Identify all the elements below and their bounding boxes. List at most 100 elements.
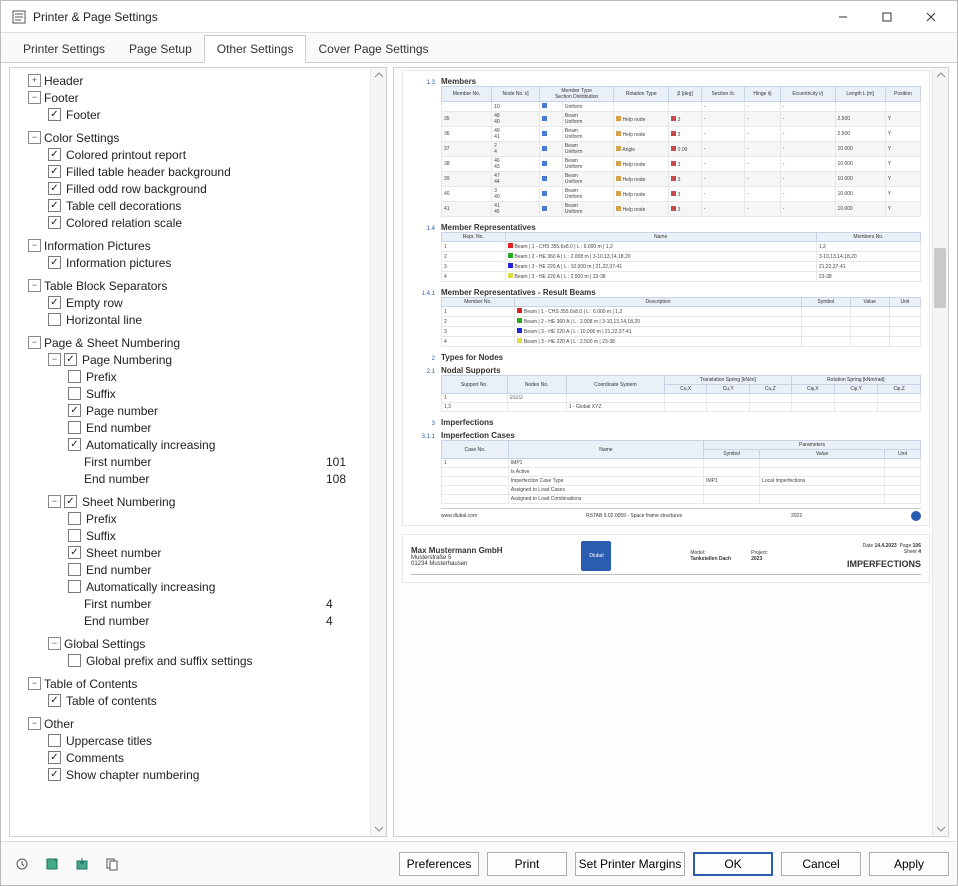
opt-sn-suffix[interactable]: Suffix (86, 529, 386, 543)
check-info-pics[interactable] (48, 256, 61, 269)
check-sn-suffix[interactable] (68, 529, 81, 542)
check-pn-prefix[interactable] (68, 370, 81, 383)
footer-check[interactable] (48, 108, 61, 121)
opt-pn-suffix[interactable]: Suffix (86, 387, 386, 401)
reset-icon[interactable] (9, 851, 35, 877)
opt-sn-prefix[interactable]: Prefix (86, 512, 386, 526)
opt-chapter-num[interactable]: Show chapter numbering (66, 768, 386, 782)
opt-pn-prefix[interactable]: Prefix (86, 370, 386, 384)
page-sheet-numbering-group[interactable]: Page & Sheet Numbering (44, 336, 386, 350)
check-colored-report[interactable] (48, 148, 61, 161)
opt-sn-sheet[interactable]: Sheet number (86, 546, 386, 560)
collapse-icon[interactable]: − (28, 91, 41, 104)
check-horiz-line[interactable] (48, 313, 61, 326)
set-margins-button[interactable]: Set Printer Margins (575, 852, 685, 876)
collapse-icon[interactable]: − (48, 495, 61, 508)
tab-page-setup[interactable]: Page Setup (117, 36, 204, 62)
maximize-button[interactable] (865, 2, 909, 32)
expand-icon[interactable]: + (28, 74, 41, 87)
sec-title-imperfections: Imperfections (441, 418, 493, 427)
opt-horiz-line[interactable]: Horizontal line (66, 313, 386, 327)
footer-group[interactable]: Footer (44, 91, 386, 105)
apply-button[interactable]: Apply (869, 852, 949, 876)
sec-num-1-4-1: 1.4.1 (411, 291, 435, 297)
opt-sn-auto[interactable]: Automatically increasing (86, 580, 386, 594)
tab-other-settings[interactable]: Other Settings (204, 35, 307, 63)
check-chapter-num[interactable] (48, 768, 61, 781)
opt-odd-bg[interactable]: Filled odd row background (66, 182, 386, 196)
check-pn-suffix[interactable] (68, 387, 81, 400)
check-sn-prefix[interactable] (68, 512, 81, 525)
opt-colored-report[interactable]: Colored printout report (66, 148, 386, 162)
preview-scrollbar[interactable] (932, 68, 948, 836)
check-uppercase[interactable] (48, 734, 61, 747)
check-page-numbering[interactable] (64, 353, 77, 366)
preview-scroll-thumb[interactable] (934, 248, 946, 308)
check-pn-page[interactable] (68, 404, 81, 417)
check-empty-row[interactable] (48, 296, 61, 309)
opt-header-bg[interactable]: Filled table header background (66, 165, 386, 179)
opt-sn-end[interactable]: End number (86, 563, 386, 577)
check-sheet-numbering[interactable] (64, 495, 77, 508)
close-button[interactable] (909, 2, 953, 32)
check-sn-auto[interactable] (68, 580, 81, 593)
toc-group[interactable]: Table of Contents (44, 677, 386, 691)
collapse-icon[interactable]: − (28, 717, 41, 730)
info-pictures-group[interactable]: Information Pictures (44, 239, 386, 253)
ok-button[interactable]: OK (693, 852, 773, 876)
save-template-icon[interactable] (39, 851, 65, 877)
tab-cover-page-settings[interactable]: Cover Page Settings (306, 36, 440, 62)
other-group[interactable]: Other (44, 717, 386, 731)
check-pn-auto[interactable] (68, 438, 81, 451)
check-odd-bg[interactable] (48, 182, 61, 195)
opt-toc[interactable]: Table of contents (66, 694, 386, 708)
tree-scrollbar[interactable] (370, 68, 386, 836)
collapse-icon[interactable]: − (48, 637, 61, 650)
copy-icon[interactable] (99, 851, 125, 877)
collapse-icon[interactable]: − (48, 353, 61, 366)
header-group[interactable]: Header (44, 74, 386, 88)
result-beams-table: Member No.DescriptionSymbolValueUnit 1Be… (441, 297, 921, 347)
check-global-prefix[interactable] (68, 654, 81, 667)
opt-empty-row[interactable]: Empty row (66, 296, 386, 310)
tab-bar: Printer Settings Page Setup Other Settin… (1, 33, 957, 63)
footer-label[interactable]: Footer (66, 108, 386, 122)
collapse-icon[interactable]: − (28, 336, 41, 349)
check-header-bg[interactable] (48, 165, 61, 178)
opt-pn-page[interactable]: Page number (86, 404, 386, 418)
check-sn-sheet[interactable] (68, 546, 81, 559)
table-block-separators-group[interactable]: Table Block Separators (44, 279, 386, 293)
print-button[interactable]: Print (487, 852, 567, 876)
check-pn-end[interactable] (68, 421, 81, 434)
cancel-button[interactable]: Cancel (781, 852, 861, 876)
check-comments[interactable] (48, 751, 61, 764)
opt-pn-auto[interactable]: Automatically increasing (86, 438, 386, 452)
check-sn-end[interactable] (68, 563, 81, 576)
check-cell-deco[interactable] (48, 199, 61, 212)
sec-num-2: 2 (411, 356, 435, 362)
minimize-button[interactable] (821, 2, 865, 32)
collapse-icon[interactable]: − (28, 239, 41, 252)
color-settings-group[interactable]: Color Settings (44, 131, 386, 145)
collapse-icon[interactable]: − (28, 677, 41, 690)
sec-title-types-nodes: Types for Nodes (441, 353, 503, 362)
check-toc[interactable] (48, 694, 61, 707)
sheet-numbering-group[interactable]: Sheet Numbering (82, 495, 386, 509)
check-rel-scale[interactable] (48, 216, 61, 229)
print-preview[interactable]: 1.3Members Member No.Node No. i/j Member… (393, 67, 949, 837)
load-template-icon[interactable] (69, 851, 95, 877)
opt-comments[interactable]: Comments (66, 751, 386, 765)
collapse-icon[interactable]: − (28, 131, 41, 144)
opt-global-prefix[interactable]: Global prefix and suffix settings (86, 654, 386, 668)
settings-tree[interactable]: +Header −Footer Footer −Color Settings C… (9, 67, 387, 837)
opt-uppercase[interactable]: Uppercase titles (66, 734, 386, 748)
opt-pn-end[interactable]: End number (86, 421, 386, 435)
preferences-button[interactable]: Preferences (399, 852, 479, 876)
opt-cell-deco[interactable]: Table cell decorations (66, 199, 386, 213)
opt-info-pics[interactable]: Information pictures (66, 256, 386, 270)
opt-rel-scale[interactable]: Colored relation scale (66, 216, 386, 230)
global-settings-group[interactable]: Global Settings (64, 637, 386, 651)
collapse-icon[interactable]: − (28, 279, 41, 292)
page-numbering-group[interactable]: Page Numbering (82, 353, 386, 367)
tab-printer-settings[interactable]: Printer Settings (11, 36, 117, 62)
